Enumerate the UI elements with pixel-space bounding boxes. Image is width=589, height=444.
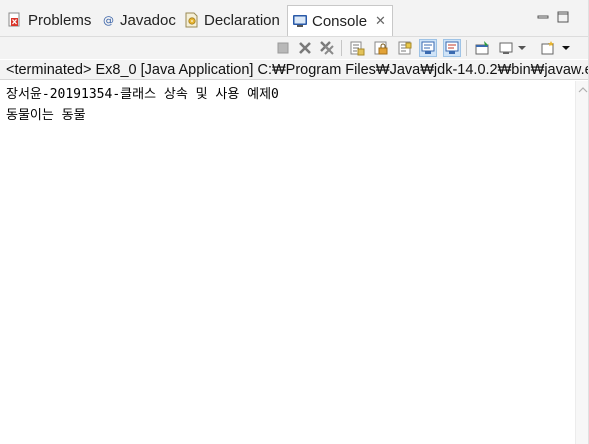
open-console-icon[interactable] [539, 39, 557, 57]
maximize-icon[interactable] [556, 10, 570, 23]
scroll-lock-icon[interactable] [372, 39, 390, 57]
remove-launch-icon[interactable] [296, 39, 314, 57]
vertical-scrollbar[interactable] [575, 81, 589, 444]
pin-console-icon[interactable] [473, 39, 491, 57]
svg-text:@: @ [103, 14, 114, 27]
tab-javadoc[interactable]: @ Javadoc [102, 6, 176, 34]
tab-label: Console [312, 12, 368, 30]
scroll-up-arrow-icon[interactable] [578, 85, 588, 97]
remove-all-terminated-icon[interactable] [318, 39, 336, 57]
minimize-icon[interactable] [536, 10, 550, 22]
show-on-stdout-icon[interactable] [419, 39, 437, 57]
declaration-icon [184, 12, 200, 28]
display-selected-console-icon[interactable] [497, 39, 515, 57]
word-wrap-icon[interactable] [396, 39, 414, 57]
clear-console-icon[interactable] [348, 39, 366, 57]
console-toolbar [0, 37, 589, 59]
console-icon [292, 13, 308, 29]
tab-label: Declaration [204, 11, 280, 29]
toolbar-separator [341, 40, 342, 56]
problems-icon [8, 12, 24, 28]
toolbar-separator [466, 40, 467, 56]
dropdown-icon[interactable] [516, 39, 528, 57]
tab-console[interactable]: Console ✕ [287, 5, 393, 36]
view-tab-bar: Problems @ Javadoc Declaration Console ✕ [0, 0, 589, 37]
console-line: 장서윤-20191354-클래스 상속 및 사용 예제0 [6, 87, 279, 102]
tab-label: Problems [28, 11, 92, 29]
close-icon[interactable]: ✕ [375, 13, 386, 29]
console-output[interactable]: 장서윤-20191354-클래스 상속 및 사용 예제0 동물이는 동물 [0, 81, 575, 444]
launch-status-label: <terminated> Ex8_0 [Java Application] C:… [0, 60, 589, 80]
show-on-stderr-icon[interactable] [443, 39, 461, 57]
dropdown-icon[interactable] [559, 39, 573, 57]
javadoc-icon: @ [102, 12, 116, 28]
tab-problems[interactable]: Problems [8, 6, 91, 34]
terminate-icon[interactable] [274, 39, 292, 57]
tab-label: Javadoc [120, 11, 176, 29]
console-line: 동물이는 동물 [6, 108, 86, 123]
tab-declaration[interactable]: Declaration [184, 6, 280, 34]
